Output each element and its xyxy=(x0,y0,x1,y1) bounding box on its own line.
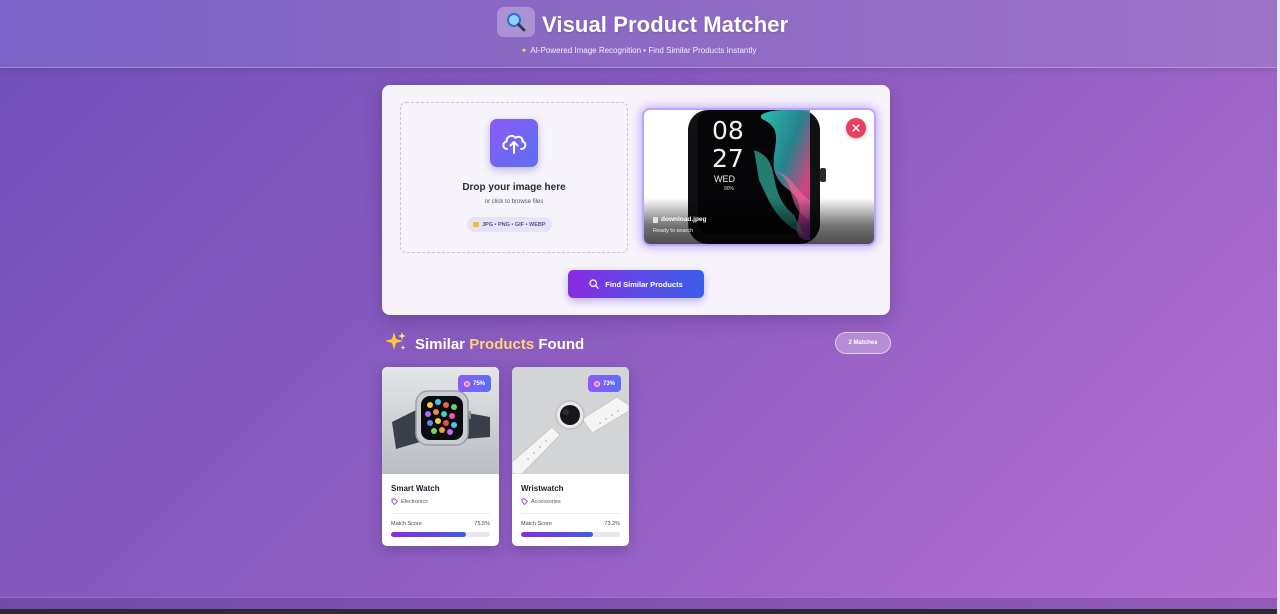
matches-count-badge: 2 Matches xyxy=(835,332,891,354)
watch-hour: 08 xyxy=(712,116,744,145)
product-name: Smart Watch xyxy=(391,484,440,493)
results-title-highlight: Products xyxy=(469,336,535,353)
card-divider xyxy=(391,513,490,514)
match-percent-badge: 75% xyxy=(457,375,491,392)
folder-icon xyxy=(473,222,479,227)
formats-pill: JPG • PNG • GIF • WEBP xyxy=(467,217,552,232)
match-score-value: 75.5% xyxy=(474,521,490,527)
product-card[interactable]: 75% Smart Watch Electronics Match Score … xyxy=(382,367,499,546)
app-header: Visual Product Matcher ✦ AI-Powered Image… xyxy=(0,0,1277,68)
product-category-text: Electronics xyxy=(401,498,428,505)
sparkles-icon xyxy=(385,332,406,350)
close-icon xyxy=(852,124,860,132)
match-score-bar xyxy=(521,532,620,537)
formats-text: JPG • PNG • GIF • WEBP xyxy=(482,221,546,228)
match-score-label: Match Score xyxy=(391,521,422,527)
file-name-text: download.jpeg xyxy=(661,216,707,223)
tag-icon xyxy=(391,498,398,505)
match-percent: 75% xyxy=(472,380,485,387)
product-name: Wristwatch xyxy=(521,484,564,493)
match-percent-badge: 73% xyxy=(587,375,621,392)
drop-subtitle: or click to browse files xyxy=(484,199,544,205)
find-button-label: Find Similar Products xyxy=(605,279,683,289)
bottom-edge xyxy=(0,609,1280,614)
results-title-prefix: Similar xyxy=(415,336,470,353)
image-preview: 08 27 WED 90% download.jpeg Ready to sea… xyxy=(644,110,874,244)
file-status: Ready to search xyxy=(653,228,694,234)
file-name: download.jpeg xyxy=(653,216,707,223)
watch-day: WED xyxy=(714,174,735,184)
find-similar-button[interactable]: Find Similar Products xyxy=(568,270,704,298)
match-score-bar-fill xyxy=(391,532,466,537)
match-percent: 73% xyxy=(602,380,615,387)
watch-battery: 90% xyxy=(724,186,735,192)
match-score-value: 73.2% xyxy=(604,521,620,527)
match-score-bar-fill xyxy=(521,532,594,537)
search-icon xyxy=(589,279,600,289)
results-title: Similar Products Found xyxy=(415,336,584,353)
match-score-label: Match Score xyxy=(521,521,552,527)
remove-image-button[interactable] xyxy=(846,118,866,138)
results-title-suffix: Found xyxy=(534,336,585,353)
product-card[interactable]: 73% Wristwatch Accessories Match Score 7… xyxy=(512,367,629,546)
magnifier-icon xyxy=(507,13,526,32)
cloud-upload-icon xyxy=(490,119,538,167)
product-category-text: Accessories xyxy=(531,498,561,505)
logo-badge xyxy=(497,7,535,37)
drop-title: Drop your image here xyxy=(462,182,566,193)
app-title: Visual Product Matcher xyxy=(542,12,789,37)
sparkle-icon: ✦ xyxy=(520,46,528,55)
tag-icon xyxy=(521,498,528,505)
match-score-bar xyxy=(391,532,490,537)
results-heading: Similar Products Found xyxy=(385,326,584,353)
app-subtitle: ✦ AI-Powered Image Recognition • Find Sim… xyxy=(0,46,1277,55)
watch-minute: 27 xyxy=(712,144,744,173)
upload-card: Drop your image here or click to browse … xyxy=(382,85,890,315)
image-dropzone[interactable]: Drop your image here or click to browse … xyxy=(400,102,628,253)
card-divider xyxy=(521,513,620,514)
subtitle-text: AI-Powered Image Recognition • Find Simi… xyxy=(530,46,757,55)
product-category: Accessories xyxy=(521,498,561,505)
target-icon xyxy=(593,380,600,387)
product-category: Electronics xyxy=(391,498,428,505)
file-icon xyxy=(653,216,658,223)
target-icon xyxy=(463,380,470,387)
